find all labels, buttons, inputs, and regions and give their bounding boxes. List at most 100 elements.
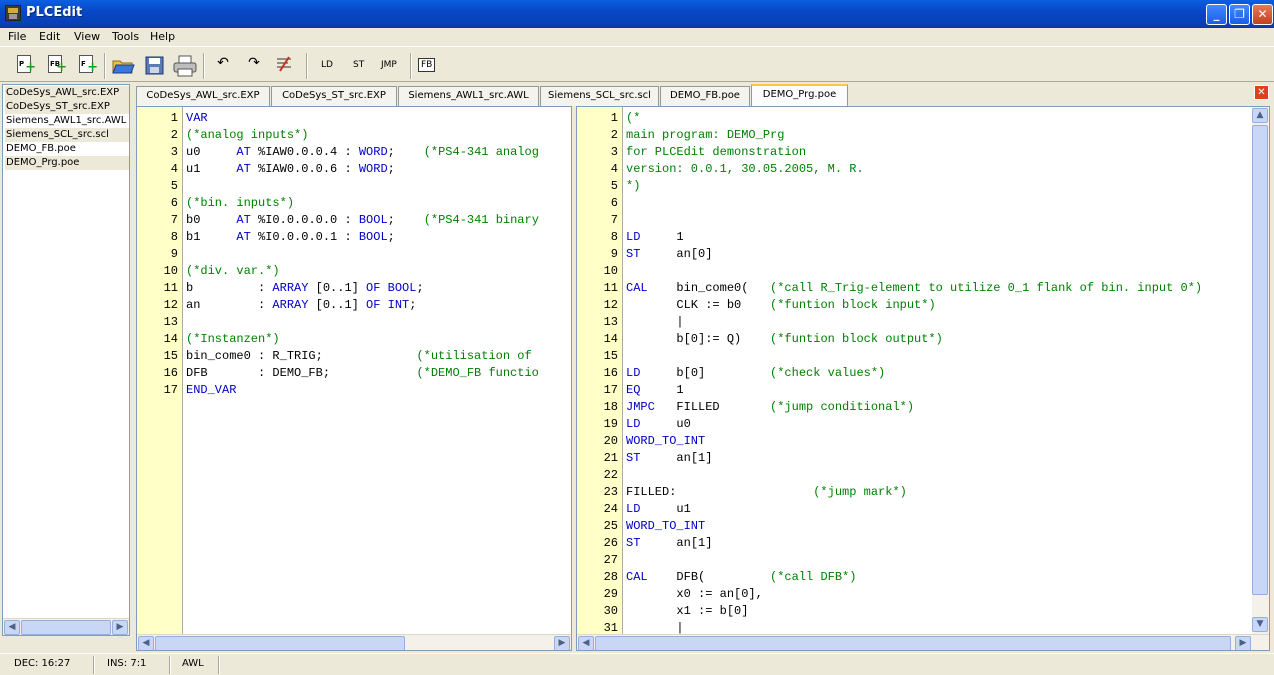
ld-button[interactable]: LD — [321, 60, 333, 70]
scroll-left-arrow-icon[interactable]: ◀ — [138, 636, 154, 650]
code-line[interactable]: LD 1 — [626, 229, 684, 246]
scroll-thumb[interactable] — [595, 636, 1231, 650]
scroll-down-arrow-icon[interactable]: ▼ — [1252, 617, 1268, 632]
code-line[interactable]: (*bin. inputs*) — [186, 195, 294, 212]
scroll-right-arrow-icon[interactable]: ▶ — [112, 620, 128, 635]
scroll-right-arrow-icon[interactable]: ▶ — [554, 636, 570, 650]
code-line[interactable]: u0 AT %IAW0.0.0.4 : WORD; (*PS4-341 anal… — [186, 144, 539, 161]
tab-codesys-st[interactable]: CoDeSys_ST_src.EXP — [271, 86, 397, 106]
undo-button[interactable]: ↶ — [211, 55, 235, 77]
left-editor-scrollbar[interactable]: ◀ ▶ — [137, 634, 571, 650]
tab-demo-prg[interactable]: DEMO_Prg.poe — [751, 84, 848, 106]
code-line[interactable]: u1 AT %IAW0.0.0.6 : WORD; — [186, 161, 395, 178]
code-line[interactable]: (*div. var.*) — [186, 263, 280, 280]
code-line[interactable]: DFB : DEMO_FB; (*DEMO_FB functio — [186, 365, 539, 382]
right-editor-hscrollbar[interactable]: ◀ ▶ — [577, 634, 1269, 650]
tab-siemens-awl1[interactable]: Siemens_AWL1_src.AWL — [398, 86, 539, 106]
scroll-right-arrow-icon[interactable]: ▶ — [1235, 636, 1251, 650]
code-line[interactable]: LD u0 — [626, 416, 691, 433]
code-keyword: AT — [236, 213, 251, 227]
code-line[interactable]: CLK := b0 (*funtion block input*) — [626, 297, 936, 314]
code-line[interactable]: (* — [626, 110, 640, 127]
code-line[interactable]: b[0]:= Q) (*funtion block output*) — [626, 331, 942, 348]
app-icon[interactable] — [5, 5, 21, 21]
code-comment: (*call DFB*) — [770, 570, 857, 584]
menu-help[interactable]: Help — [150, 30, 175, 43]
code-keyword: LD — [626, 502, 641, 516]
code-text: u0 — [186, 145, 237, 159]
code-line[interactable]: ST an[0] — [626, 246, 712, 263]
code-line[interactable]: ST an[1] — [626, 450, 712, 467]
scroll-thumb[interactable] — [1252, 125, 1268, 595]
minimize-button[interactable]: _ — [1206, 4, 1227, 25]
title-bar[interactable]: PLCEdit _ ❐ ✕ — [0, 0, 1274, 28]
code-line[interactable]: WORD_TO_INT — [626, 518, 705, 535]
jmp-button[interactable]: JMP — [381, 60, 397, 70]
file-item[interactable]: CoDeSys_AWL_src.EXP — [5, 86, 129, 100]
code-line[interactable]: x1 := b[0] — [626, 603, 748, 620]
code-keyword: ARRAY — [272, 281, 309, 295]
close-tab-icon[interactable]: ✕ — [1254, 85, 1269, 100]
code-line[interactable]: b1 AT %I0.0.0.0.1 : BOOL; — [186, 229, 395, 246]
st-button[interactable]: ST — [353, 60, 364, 70]
code-line[interactable]: b : ARRAY [0..1] OF BOOL; — [186, 280, 424, 297]
right-code-editor[interactable]: 1 2 3 4 5 6 7 8 9 10 11 12 13 14 15 16 17 18 19 20 21 22 23 24 2… — [576, 106, 1270, 651]
code-line[interactable]: LD u1 — [626, 501, 691, 518]
code-line[interactable]: WORD_TO_INT — [626, 433, 705, 450]
file-item[interactable]: Siemens_SCL_src.scl — [5, 128, 129, 142]
code-comment: (*funtion block input*) — [770, 298, 936, 312]
maximize-button[interactable]: ❐ — [1229, 4, 1250, 25]
scroll-left-arrow-icon[interactable]: ◀ — [578, 636, 594, 650]
code-line[interactable]: (*analog inputs*) — [186, 127, 308, 144]
code-line[interactable]: version: 0.0.1, 30.05.2005, M. R. — [626, 161, 864, 178]
new-program-button[interactable]: P + — [12, 55, 36, 77]
code-line[interactable]: FILLED: (*jump mark*) — [626, 484, 907, 501]
code-line[interactable]: VAR — [186, 110, 208, 127]
code-line[interactable]: b0 AT %I0.0.0.0.0 : BOOL; (*PS4-341 bina… — [186, 212, 539, 229]
code-line[interactable]: an : ARRAY [0..1] OF INT; — [186, 297, 416, 314]
code-text: DFB( — [647, 570, 771, 584]
file-item[interactable]: DEMO_FB.poe — [5, 142, 129, 156]
file-item[interactable]: DEMO_Prg.poe — [5, 156, 129, 170]
open-button[interactable] — [111, 55, 135, 77]
scroll-thumb[interactable] — [21, 620, 111, 635]
file-list-scrollbar[interactable]: ◀ ▶ — [3, 618, 129, 635]
tab-siemens-scl[interactable]: Siemens_SCL_src.scl — [540, 86, 659, 106]
code-line[interactable]: x0 := an[0], — [626, 586, 762, 603]
new-function-block-button[interactable]: FB + — [43, 55, 67, 77]
left-code-editor[interactable]: 1 2 3 4 5 6 7 8 9 10 11 12 13 14 15 16 17 VAR (*analog in… — [136, 106, 572, 651]
scroll-thumb[interactable] — [155, 636, 405, 650]
close-window-button[interactable]: ✕ — [1252, 4, 1273, 25]
code-line[interactable]: ST an[1] — [626, 535, 712, 552]
save-button[interactable] — [143, 55, 167, 77]
file-item[interactable]: Siemens_AWL1_src.AWL — [5, 114, 129, 128]
format-button[interactable] — [272, 55, 296, 77]
code-keyword: INT — [387, 298, 410, 312]
code-line[interactable]: main program: DEMO_Prg — [626, 127, 784, 144]
scroll-left-arrow-icon[interactable]: ◀ — [4, 620, 20, 635]
code-line[interactable]: CAL bin_come0( (*call R_Trig-element to … — [626, 280, 1202, 297]
code-line[interactable]: bin_come0 : R_TRIG; (*utilisation of — [186, 348, 532, 365]
code-line[interactable]: for PLCEdit demonstration — [626, 144, 806, 161]
file-item[interactable]: CoDeSys_ST_src.EXP — [5, 100, 129, 114]
right-editor-vscrollbar[interactable]: ▲ ▼ — [1252, 107, 1269, 635]
code-line[interactable]: LD b[0] (*check values*) — [626, 365, 885, 382]
code-line[interactable]: | — [626, 314, 683, 331]
fb-button[interactable]: FB — [418, 58, 436, 72]
code-line[interactable]: CAL DFB( (*call DFB*) — [626, 569, 856, 586]
menu-tools[interactable]: Tools — [112, 30, 139, 43]
new-function-button[interactable]: F + — [74, 55, 98, 77]
menu-file[interactable]: File — [8, 30, 26, 43]
tab-demo-fb[interactable]: DEMO_FB.poe — [660, 86, 750, 106]
code-line[interactable]: *) — [626, 178, 640, 195]
menu-view[interactable]: View — [74, 30, 100, 43]
code-line[interactable]: (*Instanzen*) — [186, 331, 280, 348]
print-button[interactable] — [173, 55, 197, 77]
tab-codesys-awl[interactable]: CoDeSys_AWL_src.EXP — [136, 86, 270, 106]
code-line[interactable]: EQ 1 — [626, 382, 684, 399]
code-line[interactable]: JMPC FILLED (*jump conditional*) — [626, 399, 914, 416]
redo-button[interactable]: ↷ — [242, 55, 266, 77]
code-line[interactable]: END_VAR — [186, 382, 236, 399]
menu-edit[interactable]: Edit — [39, 30, 60, 43]
scroll-up-arrow-icon[interactable]: ▲ — [1252, 108, 1268, 123]
